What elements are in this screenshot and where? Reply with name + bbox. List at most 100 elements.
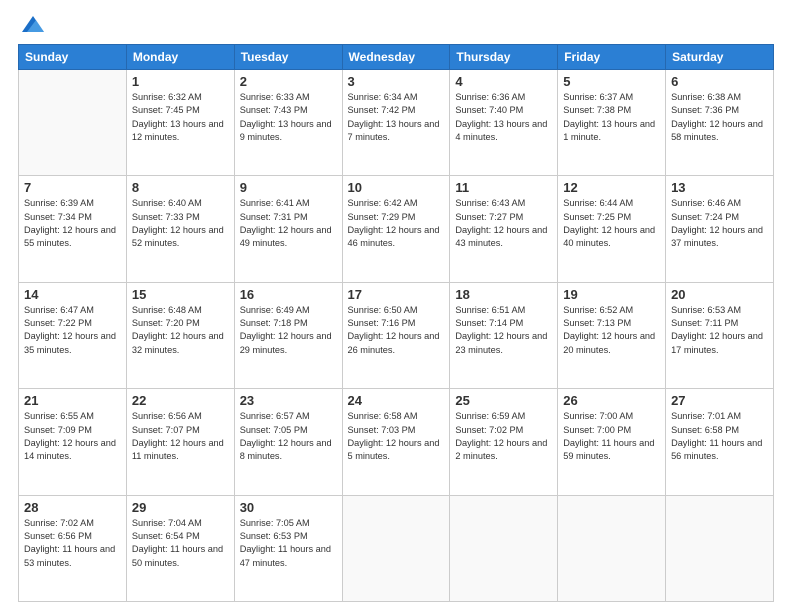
day-info: Sunrise: 6:40 AMSunset: 7:33 PMDaylight:… <box>132 197 229 250</box>
day-number: 28 <box>24 500 121 515</box>
day-number: 10 <box>348 180 445 195</box>
calendar-cell: 3Sunrise: 6:34 AMSunset: 7:42 PMDaylight… <box>342 70 450 176</box>
day-info: Sunrise: 6:52 AMSunset: 7:13 PMDaylight:… <box>563 304 660 357</box>
calendar-header-row: Sunday Monday Tuesday Wednesday Thursday… <box>19 45 774 70</box>
day-info: Sunrise: 6:41 AMSunset: 7:31 PMDaylight:… <box>240 197 337 250</box>
day-number: 27 <box>671 393 768 408</box>
day-info: Sunrise: 6:39 AMSunset: 7:34 PMDaylight:… <box>24 197 121 250</box>
day-info: Sunrise: 6:42 AMSunset: 7:29 PMDaylight:… <box>348 197 445 250</box>
calendar-cell: 13 Sunrise: 6:46 AMSunset: 7:24 PMDayligh… <box>666 176 774 282</box>
day-info: Sunrise: 7:00 AMSunset: 7:00 PMDaylight:… <box>563 410 660 463</box>
calendar-cell: 19Sunrise: 6:52 AMSunset: 7:13 PMDayligh… <box>558 282 666 388</box>
calendar-cell: 15 Sunrise: 6:48 AMSunset: 7:20 PMDayligh… <box>126 282 234 388</box>
day-info: Sunrise: 6:48 AMSunset: 7:20 PMDaylight:… <box>132 304 229 357</box>
calendar-cell <box>450 495 558 601</box>
header <box>18 18 774 34</box>
calendar-cell: 10 Sunrise: 6:42 AMSunset: 7:29 PMDayligh… <box>342 176 450 282</box>
col-tuesday: Tuesday <box>234 45 342 70</box>
calendar-table: Sunday Monday Tuesday Wednesday Thursday… <box>18 44 774 602</box>
day-info: Sunrise: 7:02 AMSunset: 6:56 PMDaylight:… <box>24 517 121 570</box>
calendar-cell: 1 Sunrise: 6:32 AMSunset: 7:45 PMDaylight… <box>126 70 234 176</box>
calendar-cell: 18 Sunrise: 6:51 AMSunset: 7:14 PMDayligh… <box>450 282 558 388</box>
day-info: Sunrise: 7:04 AMSunset: 6:54 PMDaylight:… <box>132 517 229 570</box>
day-info: Sunrise: 6:43 AMSunset: 7:27 PMDaylight:… <box>455 197 552 250</box>
calendar-cell <box>19 70 127 176</box>
day-info: Sunrise: 6:44 AMSunset: 7:25 PMDaylight:… <box>563 197 660 250</box>
calendar-cell: 24 Sunrise: 6:58 AMSunset: 7:03 PMDayligh… <box>342 389 450 495</box>
day-number: 20 <box>671 287 768 302</box>
day-info: Sunrise: 6:46 AMSunset: 7:24 PMDaylight:… <box>671 197 768 250</box>
calendar-cell: 6 Sunrise: 6:38 AMSunset: 7:36 PMDaylight… <box>666 70 774 176</box>
day-number: 30 <box>240 500 337 515</box>
day-info: Sunrise: 6:56 AMSunset: 7:07 PMDaylight:… <box>132 410 229 463</box>
day-number: 11 <box>455 180 552 195</box>
day-info: Sunrise: 7:01 AMSunset: 6:58 PMDaylight:… <box>671 410 768 463</box>
day-number: 15 <box>132 287 229 302</box>
day-number: 25 <box>455 393 552 408</box>
day-info: Sunrise: 6:47 AMSunset: 7:22 PMDaylight:… <box>24 304 121 357</box>
day-info: Sunrise: 6:49 AMSunset: 7:18 PMDaylight:… <box>240 304 337 357</box>
day-info: Sunrise: 6:55 AMSunset: 7:09 PMDaylight:… <box>24 410 121 463</box>
calendar-cell <box>666 495 774 601</box>
day-number: 23 <box>240 393 337 408</box>
calendar-cell: 22 Sunrise: 6:56 AMSunset: 7:07 PMDayligh… <box>126 389 234 495</box>
day-number: 8 <box>132 180 229 195</box>
calendar-cell <box>558 495 666 601</box>
calendar-cell: 27 Sunrise: 7:01 AMSunset: 6:58 PMDayligh… <box>666 389 774 495</box>
day-info: Sunrise: 6:51 AMSunset: 7:14 PMDaylight:… <box>455 304 552 357</box>
logo-icon <box>22 16 44 32</box>
day-number: 13 <box>671 180 768 195</box>
day-number: 17 <box>348 287 445 302</box>
calendar-cell: 12 Sunrise: 6:44 AMSunset: 7:25 PMDayligh… <box>558 176 666 282</box>
day-info: Sunrise: 6:32 AMSunset: 7:45 PMDaylight:… <box>132 91 229 144</box>
calendar-cell: 29 Sunrise: 7:04 AMSunset: 6:54 PMDayligh… <box>126 495 234 601</box>
calendar-cell: 11 Sunrise: 6:43 AMSunset: 7:27 PMDayligh… <box>450 176 558 282</box>
day-info: Sunrise: 6:58 AMSunset: 7:03 PMDaylight:… <box>348 410 445 463</box>
col-wednesday: Wednesday <box>342 45 450 70</box>
day-info: Sunrise: 6:38 AMSunset: 7:36 PMDaylight:… <box>671 91 768 144</box>
day-number: 26 <box>563 393 660 408</box>
day-info: Sunrise: 6:59 AMSunset: 7:02 PMDaylight:… <box>455 410 552 463</box>
day-info: Sunrise: 6:34 AMSunset: 7:42 PMDaylight:… <box>348 91 445 144</box>
day-number: 29 <box>132 500 229 515</box>
day-number: 9 <box>240 180 337 195</box>
calendar-cell: 17 Sunrise: 6:50 AMSunset: 7:16 PMDayligh… <box>342 282 450 388</box>
calendar-cell: 4Sunrise: 6:36 AMSunset: 7:40 PMDaylight… <box>450 70 558 176</box>
page: Sunday Monday Tuesday Wednesday Thursday… <box>0 0 792 612</box>
day-number: 2 <box>240 74 337 89</box>
day-info: Sunrise: 7:05 AMSunset: 6:53 PMDaylight:… <box>240 517 337 570</box>
col-friday: Friday <box>558 45 666 70</box>
calendar-cell: 16 Sunrise: 6:49 AMSunset: 7:18 PMDayligh… <box>234 282 342 388</box>
col-saturday: Saturday <box>666 45 774 70</box>
day-number: 7 <box>24 180 121 195</box>
day-number: 12 <box>563 180 660 195</box>
calendar-cell: 21Sunrise: 6:55 AMSunset: 7:09 PMDayligh… <box>19 389 127 495</box>
day-info: Sunrise: 6:37 AMSunset: 7:38 PMDaylight:… <box>563 91 660 144</box>
calendar-cell: 30 Sunrise: 7:05 AMSunset: 6:53 PMDayligh… <box>234 495 342 601</box>
col-sunday: Sunday <box>19 45 127 70</box>
calendar-cell: 9 Sunrise: 6:41 AMSunset: 7:31 PMDaylight… <box>234 176 342 282</box>
day-number: 4 <box>455 74 552 89</box>
day-number: 16 <box>240 287 337 302</box>
day-number: 14 <box>24 287 121 302</box>
day-info: Sunrise: 6:53 AMSunset: 7:11 PMDaylight:… <box>671 304 768 357</box>
day-info: Sunrise: 6:50 AMSunset: 7:16 PMDaylight:… <box>348 304 445 357</box>
calendar-cell: 25 Sunrise: 6:59 AMSunset: 7:02 PMDayligh… <box>450 389 558 495</box>
day-number: 1 <box>132 74 229 89</box>
calendar-cell <box>342 495 450 601</box>
calendar-cell: 2 Sunrise: 6:33 AMSunset: 7:43 PMDaylight… <box>234 70 342 176</box>
calendar-cell: 8 Sunrise: 6:40 AMSunset: 7:33 PMDaylight… <box>126 176 234 282</box>
calendar-cell: 23 Sunrise: 6:57 AMSunset: 7:05 PMDayligh… <box>234 389 342 495</box>
col-thursday: Thursday <box>450 45 558 70</box>
day-number: 24 <box>348 393 445 408</box>
day-number: 18 <box>455 287 552 302</box>
day-number: 6 <box>671 74 768 89</box>
day-number: 5 <box>563 74 660 89</box>
col-monday: Monday <box>126 45 234 70</box>
calendar-cell: 7 Sunrise: 6:39 AMSunset: 7:34 PMDaylight… <box>19 176 127 282</box>
day-number: 22 <box>132 393 229 408</box>
calendar-cell: 5 Sunrise: 6:37 AMSunset: 7:38 PMDaylight… <box>558 70 666 176</box>
day-info: Sunrise: 6:57 AMSunset: 7:05 PMDaylight:… <box>240 410 337 463</box>
calendar-cell: 26 Sunrise: 7:00 AMSunset: 7:00 PMDayligh… <box>558 389 666 495</box>
day-info: Sunrise: 6:33 AMSunset: 7:43 PMDaylight:… <box>240 91 337 144</box>
